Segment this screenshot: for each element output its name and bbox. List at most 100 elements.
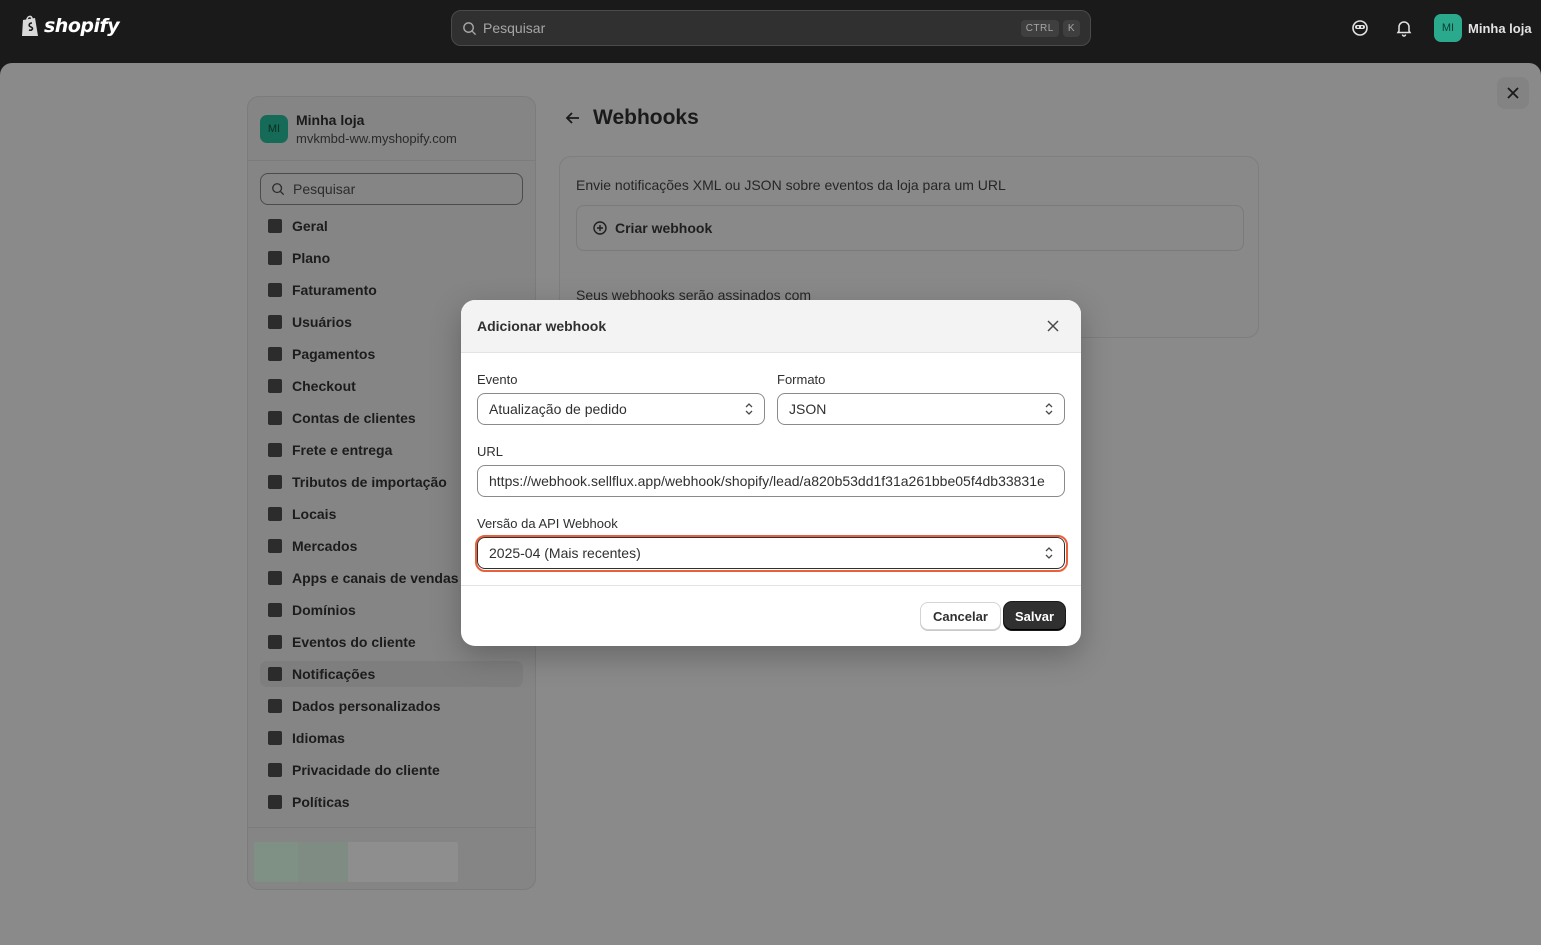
search-icon <box>463 21 477 35</box>
modal-close-button[interactable] <box>1041 314 1065 338</box>
url-input[interactable]: https://webhook.sellflux.app/webhook/sho… <box>477 465 1065 497</box>
save-button[interactable]: Salvar <box>1004 602 1066 630</box>
sidebar-item-politicas[interactable]: Políticas <box>260 789 523 815</box>
sidekick-icon[interactable] <box>1350 18 1370 38</box>
sidebar-item-label: Políticas <box>292 794 350 810</box>
sidebar-item-notificacoes[interactable]: Notificações <box>260 661 523 687</box>
sidebar-item-label: Mercados <box>292 538 358 554</box>
sidebar-item-label: Geral <box>292 218 328 234</box>
cart-icon <box>268 379 282 393</box>
sidebar-item-label: Locais <box>292 506 337 522</box>
sidebar-item-label: Tributos de importação <box>292 474 447 490</box>
sidebar-item-geral[interactable]: Geral <box>260 213 523 239</box>
modal-header: Adicionar webhook <box>461 300 1081 353</box>
sidebar-store-header[interactable]: MI Minha loja mvkmbd-ww.myshopify.com <box>248 97 535 161</box>
store-menu-button[interactable]: MI Minha loja <box>1434 14 1532 42</box>
format-label: Formato <box>777 372 826 387</box>
chevron-up-down-icon <box>1045 547 1053 559</box>
truck-icon <box>268 443 282 457</box>
events-icon <box>268 635 282 649</box>
sidebar-item-plano[interactable]: Plano <box>260 245 523 271</box>
url-value: https://webhook.sellflux.app/webhook/sho… <box>489 473 1045 489</box>
sidebar-item-label: Checkout <box>292 378 356 394</box>
close-icon <box>1047 320 1059 332</box>
create-webhook-button[interactable]: Criar webhook <box>576 205 1244 251</box>
search-placeholder: Pesquisar <box>293 181 356 197</box>
close-settings-button[interactable] <box>1497 77 1529 109</box>
brand-name: shopify <box>44 15 120 37</box>
page-title: Webhooks <box>593 106 699 129</box>
sidebar-item-label: Usuários <box>292 314 352 330</box>
search-placeholder: Pesquisar <box>483 20 546 36</box>
close-icon <box>1507 87 1519 99</box>
sidebar-item-label: Contas de clientes <box>292 410 416 426</box>
sidebar-item-label: Plano <box>292 250 331 266</box>
top-bar: shopify Pesquisar CTRL K MI Minha loja <box>0 0 1541 56</box>
globe-icon <box>268 539 282 553</box>
sidebar-item-label: Faturamento <box>292 282 377 298</box>
store-name: Minha loja <box>1468 20 1532 36</box>
store-avatar: MI <box>1434 14 1462 42</box>
create-webhook-label: Criar webhook <box>615 220 713 236</box>
modal-title: Adicionar webhook <box>477 318 607 334</box>
shortcut-k-key: K <box>1062 19 1080 37</box>
sidebar-item-idiomas[interactable]: Idiomas <box>260 725 523 751</box>
billing-icon <box>268 283 282 297</box>
format-select[interactable]: JSON <box>777 393 1065 425</box>
location-icon <box>268 507 282 521</box>
sidebar-footer <box>248 827 535 889</box>
format-value: JSON <box>789 401 827 417</box>
sidebar-store-url: mvkmbd-ww.myshopify.com <box>296 130 457 146</box>
sidebar-item-label: Idiomas <box>292 730 345 746</box>
language-icon <box>268 731 282 745</box>
sidebar-item-label: Privacidade do cliente <box>292 762 440 778</box>
settings-search-input[interactable]: Pesquisar <box>260 173 523 205</box>
modal-footer: Cancelar Salvar <box>461 585 1081 646</box>
global-search-input[interactable]: Pesquisar CTRL K <box>451 10 1091 46</box>
add-webhook-modal: Adicionar webhook Evento Atualização de … <box>461 300 1081 646</box>
cancel-button[interactable]: Cancelar <box>920 602 1001 630</box>
shortcut-ctrl-key: CTRL <box>1020 19 1059 37</box>
event-value: Atualização de pedido <box>489 401 627 417</box>
shopify-bag-icon <box>22 15 38 36</box>
search-icon <box>272 183 285 196</box>
page-header: Webhooks <box>565 106 699 130</box>
sidebar-item-dados[interactable]: Dados personalizados <box>260 693 523 719</box>
api-version-value: 2025-04 (Mais recentes) <box>489 545 641 561</box>
sidebar-item-label: Frete e entrega <box>292 442 393 458</box>
bell-icon[interactable] <box>1394 18 1414 38</box>
sidebar-item-label: Dados personalizados <box>292 698 441 714</box>
url-label: URL <box>477 444 504 459</box>
policy-icon <box>268 795 282 809</box>
sidebar-item-privacidade[interactable]: Privacidade do cliente <box>260 757 523 783</box>
duties-icon <box>268 475 282 489</box>
apps-icon <box>268 571 282 585</box>
api-version-select[interactable]: 2025-04 (Mais recentes) <box>477 537 1065 569</box>
person-icon <box>268 411 282 425</box>
sidebar-store-name: Minha loja <box>296 111 365 128</box>
footer-image <box>254 842 458 882</box>
plan-icon <box>268 251 282 265</box>
sidebar-item-label: Domínios <box>292 602 356 618</box>
back-arrow-icon[interactable] <box>565 110 581 126</box>
webhooks-description: Envie notificações XML ou JSON sobre eve… <box>576 177 1006 193</box>
bell-icon <box>268 667 282 681</box>
data-icon <box>268 699 282 713</box>
sidebar-item-label: Pagamentos <box>292 346 376 362</box>
event-select[interactable]: Atualização de pedido <box>477 393 765 425</box>
store-icon <box>268 219 282 233</box>
chevron-up-down-icon <box>1045 403 1053 415</box>
users-icon <box>268 315 282 329</box>
sidebar-item-label: Eventos do cliente <box>292 634 416 650</box>
api-version-label: Versão da API Webhook <box>477 516 618 531</box>
store-avatar: MI <box>260 114 288 143</box>
domains-icon <box>268 603 282 617</box>
plus-circle-icon <box>593 221 607 235</box>
payments-icon <box>268 347 282 361</box>
lock-icon <box>268 763 282 777</box>
event-label: Evento <box>477 372 518 387</box>
sidebar-item-label: Notificações <box>292 666 376 682</box>
sidebar-item-label: Apps e canais de vendas <box>292 570 459 586</box>
chevron-up-down-icon <box>745 403 753 415</box>
shopify-logo[interactable]: shopify <box>20 14 120 38</box>
